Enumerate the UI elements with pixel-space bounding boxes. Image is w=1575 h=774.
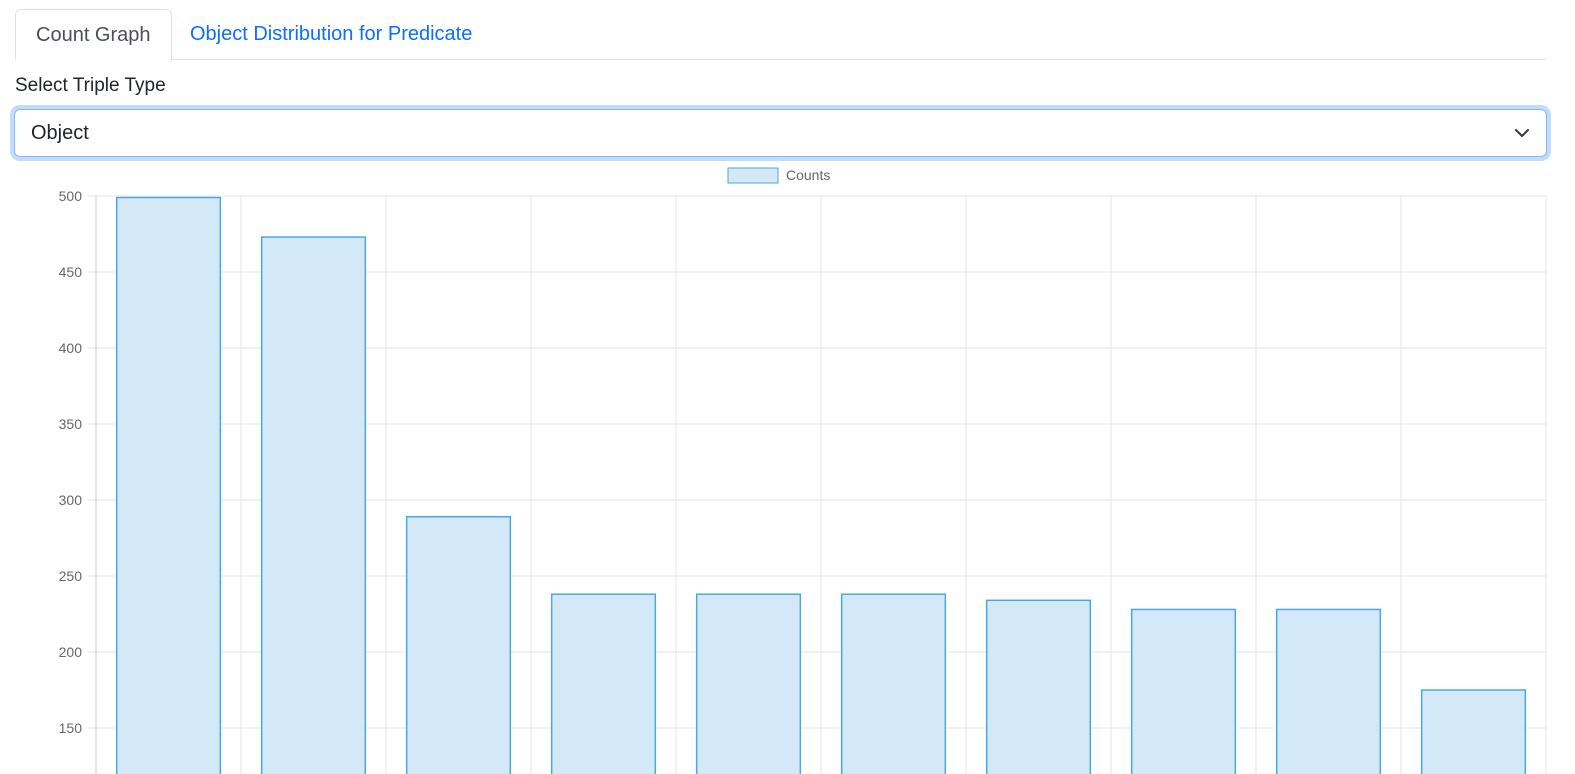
select-triple-type-label: Select Triple Type bbox=[15, 75, 166, 96]
tab-object-distribution[interactable]: Object Distribution for Predicate bbox=[170, 9, 492, 59]
bar-10[interactable] bbox=[1420, 689, 1527, 774]
tab-bar: Count Graph Object Distribution for Pred… bbox=[15, 9, 1546, 60]
y-tick-label: 450 bbox=[59, 264, 83, 280]
y-tick-label: 350 bbox=[59, 416, 83, 432]
legend-label: Counts bbox=[786, 167, 830, 183]
y-tick-label: 500 bbox=[59, 188, 83, 204]
bar-7[interactable] bbox=[985, 599, 1092, 774]
bar-8[interactable] bbox=[1130, 608, 1237, 774]
y-tick-label: 200 bbox=[59, 644, 83, 660]
bar-1[interactable] bbox=[115, 196, 222, 774]
triple-type-select[interactable]: Object bbox=[14, 109, 1547, 157]
bar-5[interactable] bbox=[695, 593, 802, 774]
bar-2[interactable] bbox=[260, 236, 367, 774]
bar-3[interactable] bbox=[405, 515, 512, 774]
chart-legend: Counts bbox=[727, 167, 830, 184]
chevron-down-icon bbox=[1515, 129, 1529, 137]
tab-count-graph[interactable]: Count Graph bbox=[15, 9, 172, 60]
y-tick-label: 300 bbox=[59, 492, 83, 508]
bar-4[interactable] bbox=[550, 593, 657, 774]
counts-bar-chart: Counts 500 450 400 350 300 250 200 150 bbox=[59, 167, 1547, 774]
y-tick-label: 150 bbox=[59, 720, 83, 736]
y-axis-ticks: 500 450 400 350 300 250 200 150 bbox=[59, 188, 83, 736]
legend-swatch bbox=[727, 167, 779, 184]
y-tick-label: 250 bbox=[59, 568, 83, 584]
y-tick-label: 400 bbox=[59, 340, 83, 356]
select-value: Object bbox=[31, 122, 89, 144]
bar-9[interactable] bbox=[1275, 608, 1382, 774]
bar-6[interactable] bbox=[840, 593, 947, 774]
